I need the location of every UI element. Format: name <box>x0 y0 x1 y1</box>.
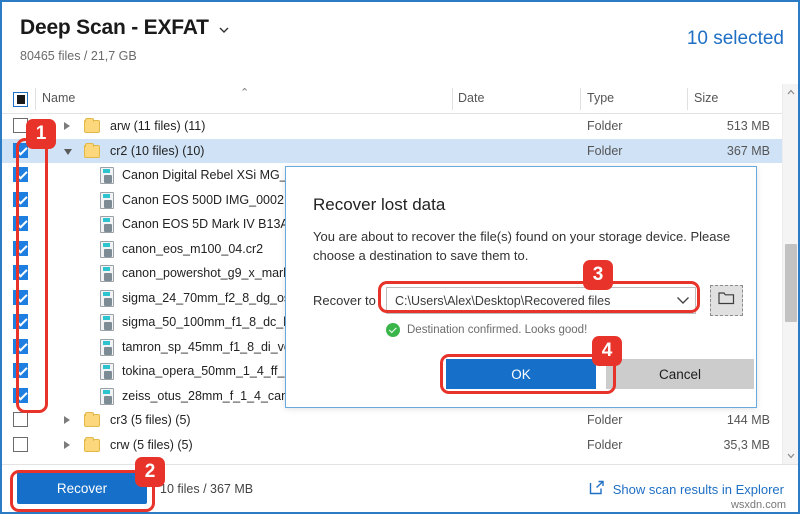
show-in-explorer-label: Show scan results in Explorer <box>612 481 784 497</box>
bottom-action-bar: Recover 10 files / 367 MB Show scan resu… <box>2 464 798 512</box>
raw-file-icon <box>100 167 114 184</box>
destination-confirmation-text: Destination confirmed. Looks good! <box>407 324 588 336</box>
cell-type: Folder <box>587 413 623 427</box>
vertical-scrollbar[interactable] <box>782 84 798 464</box>
column-header: Name ⌃ Date Type Size <box>2 84 798 114</box>
watermark: wsxdn.com <box>730 499 786 511</box>
cell-type: Folder <box>587 437 623 452</box>
recover-dialog: Recover lost data You are about to recov… <box>285 166 757 408</box>
dialog-body-text: You are about to recover the file(s) fou… <box>313 229 731 263</box>
check-circle-icon <box>386 323 400 337</box>
expand-arrow-icon[interactable] <box>64 440 70 449</box>
row-checkbox[interactable] <box>13 412 28 427</box>
row-checkbox[interactable] <box>13 191 28 207</box>
file-name: Canon EOS 500D IMG_0002.CR2 <box>122 192 313 207</box>
scroll-up-arrow-icon[interactable] <box>783 84 798 100</box>
row-checkbox[interactable] <box>13 436 28 452</box>
folder-open-icon <box>718 291 735 310</box>
expand-arrow-icon[interactable] <box>64 416 70 424</box>
chevron-down-icon[interactable] <box>217 23 231 37</box>
select-all-checkbox[interactable] <box>13 92 28 107</box>
file-name: Canon Digital Rebel XSi MG_112 <box>122 168 307 182</box>
browse-folder-button[interactable] <box>710 285 743 316</box>
folder-icon <box>84 118 100 133</box>
raw-file-icon <box>100 363 114 380</box>
app-window: Deep Scan - EXFAT 80465 files / 21,7 GB … <box>0 0 800 514</box>
row-checkbox[interactable] <box>13 314 28 329</box>
destination-path-value: C:\Users\Alex\Desktop\Recovered files <box>395 293 611 308</box>
cell-size: 367 MB <box>726 143 770 158</box>
ok-button[interactable]: OK <box>446 359 596 389</box>
raw-file-icon <box>100 314 114 331</box>
show-in-explorer-link[interactable]: Show scan results in Explorer <box>589 480 784 498</box>
raw-file-icon <box>100 387 114 405</box>
selected-count: 10 selected <box>686 28 784 49</box>
cell-type: Folder <box>587 143 623 158</box>
raw-file-icon <box>100 240 114 258</box>
row-checkbox[interactable] <box>13 363 28 378</box>
scrollbar-thumb[interactable] <box>785 244 797 322</box>
selection-stats: 10 files / 367 MB <box>160 482 254 496</box>
column-header-type[interactable]: Type <box>587 91 614 105</box>
file-name: cr3 (5 files) (5) <box>110 413 191 427</box>
file-name: tamron_sp_45mm_f1_8_di_vc_us <box>122 339 311 354</box>
cell-size: 35,3 MB <box>723 437 770 452</box>
dialog-title: Recover lost data <box>313 195 446 214</box>
row-checkbox[interactable] <box>13 289 28 305</box>
column-header-name[interactable]: Name <box>42 91 75 105</box>
table-row[interactable]: cr2 (10 files) (10) Folder 367 MB <box>2 138 798 163</box>
row-checkbox[interactable] <box>13 265 28 280</box>
recover-button[interactable]: Recover <box>17 472 147 504</box>
file-name: sigma_24_70mm_f2_8_dg_os_hs <box>122 290 311 305</box>
folder-icon <box>84 412 100 427</box>
scan-title-row[interactable]: Deep Scan - EXFAT <box>20 16 231 40</box>
scroll-down-arrow-icon[interactable] <box>783 448 798 464</box>
collapse-arrow-icon[interactable] <box>64 148 72 155</box>
row-checkbox[interactable] <box>13 216 28 231</box>
row-checkbox[interactable] <box>13 240 28 256</box>
raw-file-icon <box>100 265 114 282</box>
recover-to-label: Recover to <box>313 293 376 308</box>
table-row[interactable]: arw (11 files) (11) Folder 513 MB <box>2 114 798 139</box>
external-link-icon <box>589 480 605 498</box>
scan-header: Deep Scan - EXFAT 80465 files / 21,7 GB … <box>2 2 798 84</box>
column-header-size[interactable]: Size <box>694 91 718 105</box>
cell-size: 513 MB <box>726 119 770 133</box>
raw-file-icon <box>100 289 114 307</box>
row-checkbox[interactable] <box>13 167 28 182</box>
raw-file-icon <box>100 191 114 209</box>
sort-ascending-icon: ⌃ <box>240 87 250 99</box>
file-name: arw (11 files) (11) <box>110 119 206 133</box>
row-checkbox[interactable] <box>13 338 28 354</box>
raw-file-icon <box>100 338 114 356</box>
folder-icon <box>84 436 100 452</box>
destination-path-combobox[interactable]: C:\Users\Alex\Desktop\Recovered files <box>386 287 696 314</box>
page-title: Deep Scan - EXFAT <box>20 16 209 39</box>
row-checkbox[interactable] <box>13 387 28 403</box>
folder-icon <box>84 142 100 158</box>
expand-arrow-icon[interactable] <box>64 122 70 130</box>
scan-summary: 80465 files / 21,7 GB <box>20 49 137 63</box>
file-name: crw (5 files) (5) <box>110 437 193 452</box>
table-row[interactable]: cr3 (5 files) (5) Folder 144 MB <box>2 408 798 433</box>
file-name: tokina_opera_50mm_1_4_ff_19.c <box>122 364 309 378</box>
row-checkbox[interactable] <box>13 118 28 133</box>
cell-size: 144 MB <box>726 413 770 427</box>
cancel-button[interactable]: Cancel <box>606 359 754 389</box>
row-checkbox[interactable] <box>13 142 28 158</box>
file-name: canon_powershot_g9_x_mark_ii_ <box>122 266 309 280</box>
file-name: cr2 (10 files) (10) <box>110 143 205 158</box>
column-header-date[interactable]: Date <box>458 91 484 105</box>
destination-confirmation: Destination confirmed. Looks good! <box>386 323 587 337</box>
file-name: canon_eos_m100_04.cr2 <box>122 241 264 256</box>
file-name: Canon EOS 5D Mark IV B13A073 <box>122 217 310 231</box>
table-row[interactable]: crw (5 files) (5) Folder 35,3 MB <box>2 432 798 457</box>
cell-type: Folder <box>587 119 623 133</box>
raw-file-icon <box>100 216 114 233</box>
chevron-down-icon[interactable] <box>671 296 695 305</box>
